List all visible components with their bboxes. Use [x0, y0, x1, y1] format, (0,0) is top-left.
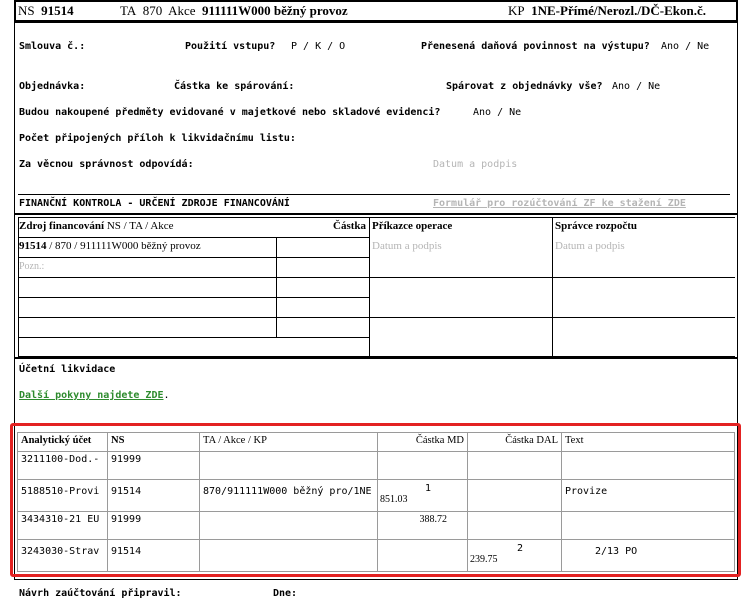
prikazce-header: Příkazce operace [372, 220, 453, 232]
link-suffix: . [163, 390, 170, 401]
pouziti-label: Použití vstupu? [185, 41, 276, 52]
ucetni-link-line: Další pokyny najdete ZDE. [19, 390, 170, 401]
funding-line-a [18, 237, 369, 238]
header-ta-label: TA [120, 3, 137, 18]
budou-label: Budou nakoupené předměty evidované v maj… [19, 107, 441, 118]
header-kp: KP 1NE-Přímé/Nerozl./DČ-Ekon.č. [508, 3, 706, 19]
spravce-header: Správce rozpočtu [555, 220, 637, 232]
prikazce-datum-podpis: Datum a podpis [372, 240, 442, 252]
funding-pozn: Pozn.: [19, 261, 45, 272]
zdroj-sub: NS / TA / Akce [106, 220, 174, 232]
funding-line-g [18, 356, 735, 357]
ucetni-title: Účetní likvidace [19, 364, 116, 375]
header-ns-value: 91514 [41, 3, 74, 18]
funding-header-line [18, 217, 735, 218]
funding-vline-2 [276, 237, 277, 338]
header-ta: TA 870 Akce 911111W000 běžný provoz [120, 3, 348, 19]
pocet-priloh-label: Počet připojených příloh k likvidačnímu … [19, 133, 296, 144]
funding-row-ns: 91514 [19, 240, 47, 252]
sparovat-options[interactable]: Ano / Ne [612, 81, 660, 92]
formular-link[interactable]: Formulář pro rozúčtování ZF ke stažení Z… [433, 198, 686, 209]
dne-label: Dne: [273, 588, 298, 599]
objednavka-label: Objednávka: [19, 81, 86, 92]
vecna-datum-podpis: Datum a podpis [433, 159, 518, 170]
financni-divider [18, 194, 730, 195]
zdroj-label: Zdroj financování [19, 220, 105, 232]
header-ns: NS 91514 [18, 3, 74, 19]
funding-line-d [18, 297, 369, 298]
funding-vline-4 [552, 217, 553, 356]
navrh-label: Návrh zaúčtování připravil: [19, 588, 182, 599]
funding-row-rest: / 870 / 911111W000 běžný provoz [49, 240, 201, 252]
spravce-datum-podpis: Datum a podpis [555, 240, 625, 252]
funding-row-source: 91514 / 870 / 911111W000 běžný provoz [19, 240, 201, 252]
budou-options[interactable]: Ano / Ne [473, 107, 521, 118]
dalsi-pokyny-link[interactable]: Další pokyny najdete ZDE [19, 390, 164, 401]
castka-sparovani-label: Částka ke spárování: [174, 81, 295, 92]
funding-line-b [18, 257, 369, 258]
header-ta-value: 870 [142, 3, 163, 18]
zdroj-header: Zdroj financování NS / TA / Akce [19, 220, 174, 232]
financni-kontrola-heading: FINANČNÍ KONTROLA - URČENÍ ZDROJE FINANC… [19, 198, 290, 209]
pouziti-options[interactable]: P / K / O [291, 41, 345, 52]
highlight-frame [10, 423, 741, 577]
header-akce-value: 911111W000 běžný provoz [202, 3, 348, 18]
prenesena-options[interactable]: Ano / Ne [661, 41, 709, 52]
header-kp-label: KP [508, 3, 525, 18]
header-kp-value: 1NE-Přímé/Nerozl./DČ-Ekon.č. [531, 3, 706, 18]
funding-line-f [18, 337, 369, 338]
header-akce-label: Akce [168, 3, 196, 18]
prenesena-label: Přenesená daňová povinnost na výstupu? [421, 41, 650, 52]
funding-line-e [18, 317, 735, 318]
castka-header: Částka [333, 220, 367, 232]
funding-vline-3 [369, 217, 370, 356]
sparovat-label: Spárovat z objednávky vše? [446, 81, 603, 92]
header-ns-label: NS [18, 3, 35, 18]
vecna-spravnost-label: Za věcnou správnost odpovídá: [19, 159, 194, 170]
smlouva-label: Smlouva č.: [19, 41, 86, 52]
funding-line-c [18, 277, 735, 278]
